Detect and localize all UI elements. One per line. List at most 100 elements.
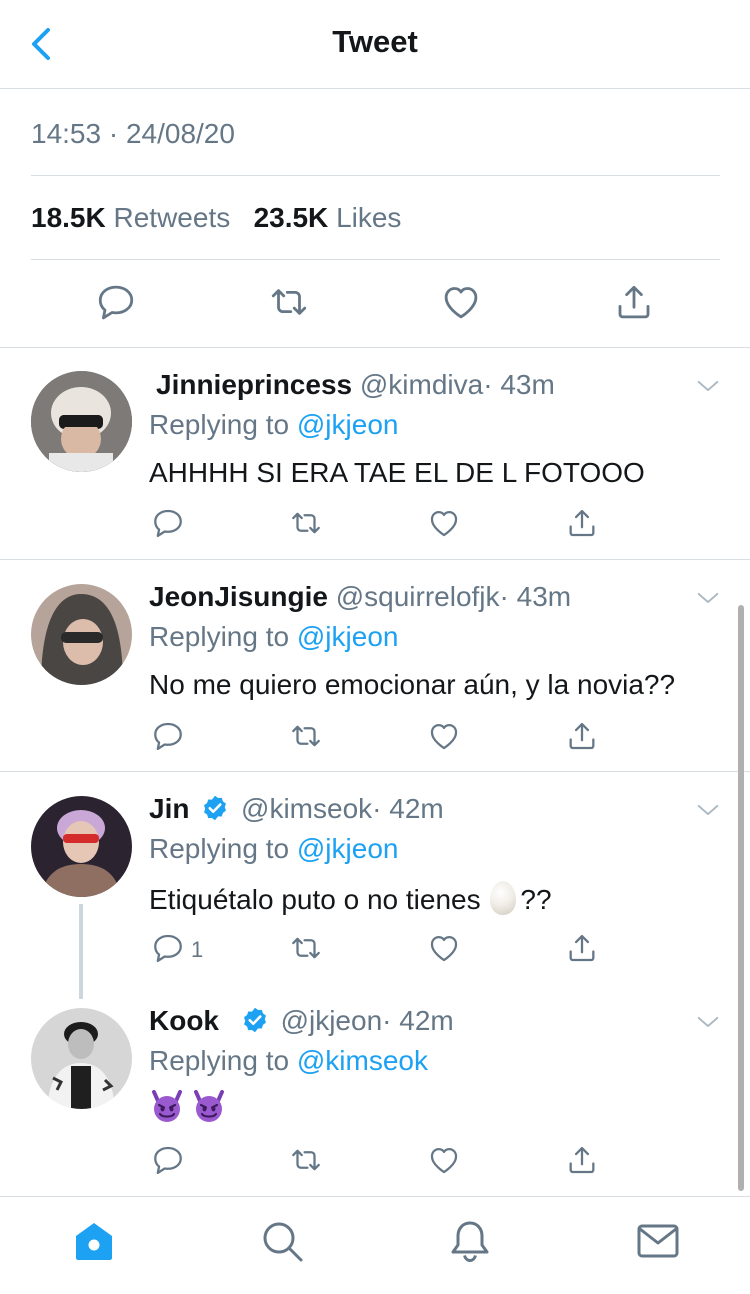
tab-notifications[interactable] [448,1219,492,1263]
avatar[interactable] [31,584,132,685]
top-navigation-bar: Tweet [0,0,750,89]
chevron-down-icon[interactable] [694,584,722,612]
retweet-icon [289,719,323,753]
chevron-down-icon[interactable] [694,1008,722,1036]
like-button[interactable] [440,281,482,323]
replying-prefix: Replying to [149,621,290,652]
retweet-button[interactable] [289,931,323,965]
tab-messages[interactable] [636,1219,680,1263]
heart-icon [427,931,461,965]
replying-to: Replying to @kimseok [149,1045,428,1077]
retweet-icon [268,281,310,323]
tweet-stats: 18.5K Retweets 23.5K Likes [31,202,401,234]
retweet-icon [289,1143,323,1177]
reply-button[interactable] [151,931,185,965]
reply-author[interactable]: JeonJisungie @squirrelofjk· 43m [149,581,571,613]
avatar[interactable] [31,796,132,897]
reply-time: · 43m [499,581,572,612]
replying-prefix: Replying to [149,1045,290,1076]
author-handle: @jkjeon [280,1005,383,1036]
reply-icon [151,931,185,965]
home-icon [76,1223,112,1260]
share-icon [565,506,599,540]
reply-icon [151,506,185,540]
tweet-timestamp: 14:53 · 24/08/20 [31,118,235,149]
reply-button[interactable] [151,506,185,540]
reply-button[interactable] [95,281,137,323]
reply-author[interactable]: Kook @jkjeon· 42m [149,1005,454,1037]
retweet-button[interactable] [289,719,323,753]
reply-text [149,1088,233,1125]
heart-icon [427,1143,461,1177]
likes-stat[interactable]: 23.5K Likes [254,202,402,233]
retweet-button[interactable] [289,1143,323,1177]
author-name: JeonJisungie [149,581,328,612]
replying-prefix: Replying to [149,409,290,440]
divider [0,559,750,560]
thread-connector-line [79,904,83,999]
chevron-down-icon[interactable] [694,372,722,400]
likes-count: 23.5K [253,202,329,233]
mention-link[interactable]: @jkjeon [297,409,399,440]
share-button[interactable] [565,931,599,965]
reply-time: · 43m [483,369,555,400]
heart-icon [440,281,482,323]
retweet-icon [289,931,323,965]
smiling-devil-emoji-icon [191,1088,227,1124]
heart-icon [427,506,461,540]
tab-home[interactable] [72,1219,116,1263]
reply-author[interactable]: Jinnieprincess @kimdiva· 43m [156,369,555,401]
tab-search[interactable] [260,1219,304,1263]
reply-button[interactable] [151,1143,185,1177]
mention-link[interactable]: @kimseok [297,1045,428,1076]
divider [0,771,750,772]
divider [31,175,720,176]
avatar[interactable] [31,1008,132,1109]
share-icon [565,719,599,753]
like-button[interactable] [427,931,461,965]
verified-badge-icon [241,1006,269,1034]
author-name: Kook [149,1005,219,1036]
replying-to: Replying to @jkjeon [149,621,398,653]
like-button[interactable] [427,1143,461,1177]
likes-label: Likes [336,202,402,233]
reply-text: AHHHH SI ERA TAE EL DE L FOTOOO [149,457,645,488]
share-button[interactable] [565,719,599,753]
retweets-label: Retweets [113,202,231,233]
notifications-icon [451,1221,489,1263]
reply-icon [151,719,185,753]
author-handle: @kimseok [241,793,373,824]
divider [31,259,720,260]
messages-icon [637,1224,679,1258]
author-handle: @squirrelofjk [335,581,500,612]
scrollbar[interactable] [738,605,744,1191]
retweets-stat[interactable]: 18.5K Retweets [31,202,238,233]
reply-author[interactable]: Jin @kimseok· 42m [149,793,444,825]
share-button[interactable] [613,281,655,323]
retweets-count: 18.5K [31,202,106,233]
divider [0,347,750,348]
reply-time: · 42m [382,1005,454,1036]
chevron-down-icon[interactable] [694,796,722,824]
share-button[interactable] [565,506,599,540]
search-icon [263,1222,303,1262]
mention-link[interactable]: @jkjeon [297,621,399,652]
bottom-tab-bar [0,1196,750,1294]
heart-icon [427,719,461,753]
reply-text: Etiquétalo puto o no tienes ?? [149,881,552,916]
reply-button[interactable] [151,719,185,753]
replying-prefix: Replying to [149,833,290,864]
reply-count: 1 [191,937,204,962]
share-button[interactable] [565,1143,599,1177]
share-icon [565,931,599,965]
avatar[interactable] [31,371,132,472]
share-icon [613,281,655,323]
author-name: Jinnieprincess [156,369,353,400]
retweet-button[interactable] [268,281,310,323]
reply-text-part: Etiquétalo puto o no tienes [149,884,481,915]
retweet-button[interactable] [289,506,323,540]
mention-link[interactable]: @jkjeon [297,833,399,864]
like-button[interactable] [427,719,461,753]
author-handle: @kimdiva [359,369,484,400]
like-button[interactable] [427,506,461,540]
